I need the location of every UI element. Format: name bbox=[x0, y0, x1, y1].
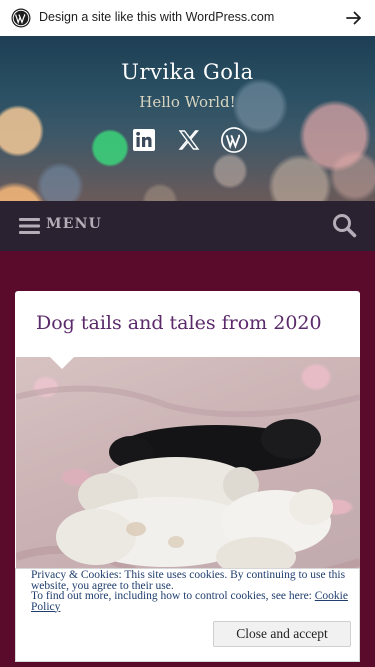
image-notch bbox=[50, 357, 74, 369]
site-title[interactable]: Urvika Gola bbox=[0, 60, 375, 84]
cookie-consent-banner: Privacy & Cookies: This site uses cookie… bbox=[15, 568, 360, 662]
site-header: Urvika Gola Hello World! bbox=[0, 36, 375, 201]
wordpress-promo-banner[interactable]: Design a site like this with WordPress.c… bbox=[0, 0, 375, 36]
search-icon[interactable] bbox=[332, 213, 357, 238]
cookie-notice-line2: To find out more, including how to contr… bbox=[31, 590, 312, 602]
post-title[interactable]: Dog tails and tales from 2020 bbox=[36, 312, 322, 334]
hamburger-menu-icon[interactable] bbox=[19, 217, 40, 235]
site-tagline: Hello World! bbox=[139, 93, 236, 111]
navigation-bar: MENU bbox=[0, 201, 375, 251]
menu-button[interactable]: MENU bbox=[46, 216, 102, 232]
cookie-notice-text: Privacy & Cookies: This site uses cookie… bbox=[31, 569, 353, 612]
wordpress-icon bbox=[11, 8, 31, 28]
social-links bbox=[131, 127, 247, 153]
linkedin-icon[interactable] bbox=[131, 127, 157, 153]
wordpress-icon[interactable] bbox=[221, 127, 247, 153]
cookie-notice-line1: Privacy & Cookies: This site uses cookie… bbox=[31, 569, 346, 592]
arrow-right-icon[interactable] bbox=[345, 9, 363, 27]
x-icon[interactable] bbox=[176, 127, 202, 153]
close-and-accept-button[interactable]: Close and accept bbox=[213, 621, 351, 647]
promo-banner-text: Design a site like this with WordPress.c… bbox=[39, 10, 275, 24]
